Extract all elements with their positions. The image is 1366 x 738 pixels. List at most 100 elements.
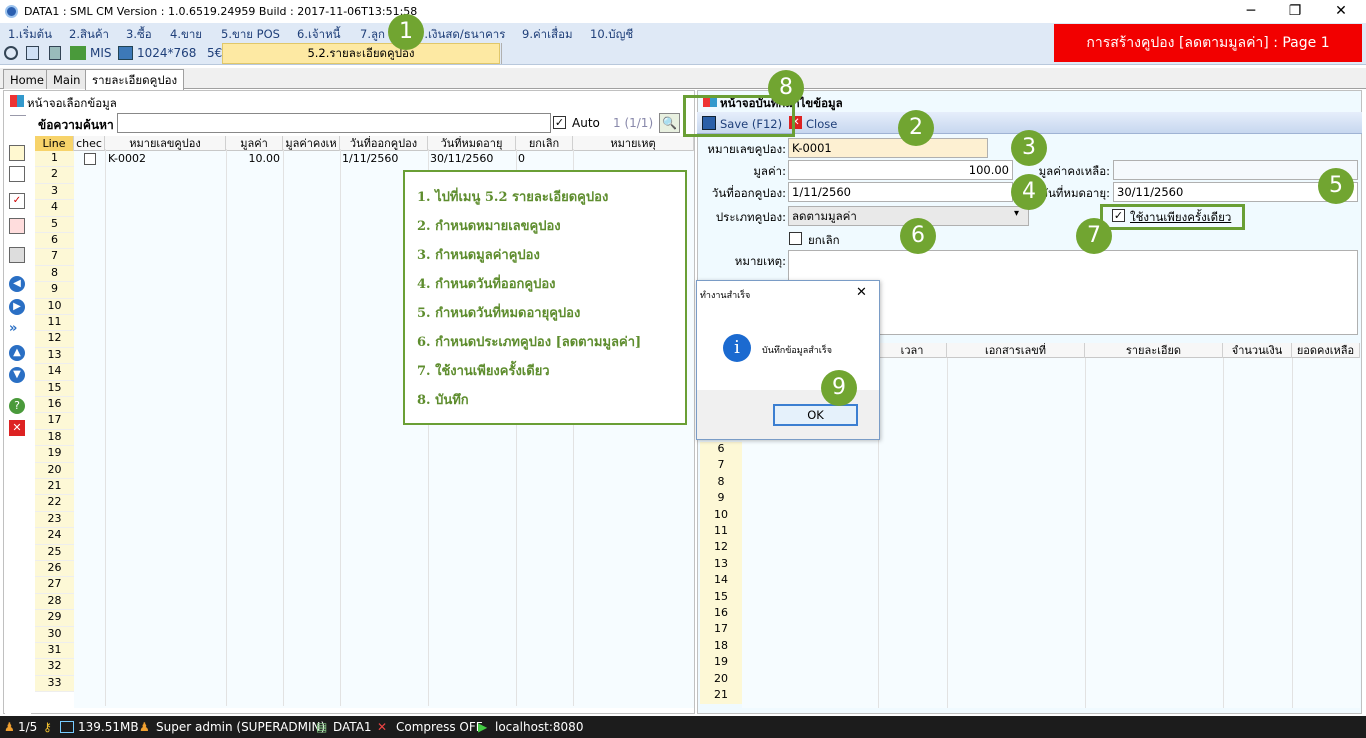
row-number[interactable]: 30 — [35, 626, 74, 643]
chevron-down-icon[interactable]: ▾ — [1014, 208, 1019, 219]
row-number[interactable]: 23 — [35, 511, 74, 529]
row-issue-date[interactable]: 1/11/2560 — [342, 152, 398, 165]
right-row-number[interactable]: 19 — [700, 655, 742, 672]
tab-main[interactable]: Main — [46, 69, 88, 89]
forward-icon[interactable]: ▶ — [9, 299, 25, 315]
row-number[interactable]: 25 — [35, 544, 74, 561]
row-number[interactable]: 15 — [35, 380, 74, 397]
col-value[interactable]: มูลค่า — [226, 136, 283, 151]
row-number[interactable]: 20 — [35, 462, 74, 479]
row-number[interactable]: 26 — [35, 561, 74, 578]
row-number[interactable]: 13 — [35, 347, 74, 365]
row-number[interactable]: 28 — [35, 593, 74, 611]
up-icon[interactable]: ▲ — [9, 345, 25, 361]
col-cancel[interactable]: ยกเลิก — [516, 136, 573, 151]
right-row-number[interactable]: 18 — [700, 638, 742, 656]
col-amount[interactable]: จำนวนเงิน — [1223, 343, 1292, 358]
row-number[interactable]: 14 — [35, 364, 74, 381]
new-icon[interactable] — [9, 145, 25, 161]
value-field[interactable]: 100.00 — [788, 160, 1013, 180]
row-value[interactable]: 10.00 — [226, 152, 281, 165]
search-input[interactable] — [117, 113, 551, 133]
delete-doc-icon[interactable] — [9, 218, 25, 234]
screen-icon[interactable] — [118, 46, 133, 60]
row-number[interactable]: 18 — [35, 429, 74, 447]
row-number[interactable]: 29 — [35, 610, 74, 627]
row-number[interactable]: 8 — [35, 265, 74, 283]
row-number[interactable]: 27 — [35, 577, 74, 594]
close-window-button[interactable]: ✕ — [1318, 0, 1364, 22]
right-row-number[interactable]: 11 — [700, 524, 742, 541]
col-check[interactable]: chec — [74, 136, 105, 151]
calculator-icon[interactable] — [49, 46, 61, 60]
right-row-number[interactable]: 7 — [700, 458, 742, 475]
help-icon[interactable]: ? — [9, 398, 25, 414]
row-code[interactable]: K-0002 — [108, 152, 146, 165]
row-number[interactable]: 1 — [35, 151, 74, 168]
row-number[interactable]: 3 — [35, 183, 74, 201]
right-row-number[interactable]: 8 — [700, 474, 742, 492]
row-number[interactable]: 12 — [35, 331, 74, 348]
print-icon[interactable] — [9, 247, 25, 263]
cancel-checkbox[interactable] — [789, 232, 802, 245]
col-code[interactable]: หมายเลขคูปอง — [105, 136, 226, 151]
right-row-number[interactable]: 12 — [700, 540, 742, 557]
row-number[interactable]: 5 — [35, 216, 74, 233]
right-row-number[interactable]: 20 — [700, 671, 742, 688]
chart-icon[interactable] — [70, 46, 86, 60]
right-row-number[interactable]: 16 — [700, 606, 742, 623]
row-number[interactable]: 24 — [35, 528, 74, 545]
right-row-number[interactable]: 10 — [700, 507, 742, 524]
code-field[interactable]: K-0001 — [788, 138, 988, 158]
row-number[interactable]: 33 — [35, 675, 74, 693]
right-row-number[interactable]: 13 — [700, 556, 742, 574]
row-number[interactable]: 2 — [35, 167, 74, 184]
row-number[interactable]: 31 — [35, 643, 74, 660]
back-icon[interactable]: ◀ — [9, 276, 25, 292]
col-time[interactable]: เวลา — [878, 343, 947, 358]
dashboard-icon[interactable] — [4, 46, 18, 60]
resolution-label[interactable]: 1024*768 — [137, 46, 196, 60]
col-issue-date[interactable]: วันที่ออกคูปอง — [340, 136, 428, 151]
search-button[interactable]: 🔍 — [659, 113, 680, 133]
right-row-number[interactable]: 14 — [700, 573, 742, 590]
col-expire-date[interactable]: วันที่หมดอายุ — [428, 136, 516, 151]
row-number[interactable]: 11 — [35, 315, 74, 332]
checklist-icon[interactable]: ✓ — [9, 193, 25, 209]
down-icon[interactable]: ▼ — [9, 367, 25, 383]
right-row-number[interactable]: 6 — [700, 442, 742, 459]
dialog-close-button[interactable]: ✕ — [856, 285, 867, 300]
restore-button[interactable]: ❐ — [1272, 0, 1318, 22]
row-number[interactable]: 17 — [35, 413, 74, 430]
issue-date-field[interactable]: 1/11/2560 — [788, 182, 1013, 202]
row-number[interactable]: 22 — [35, 495, 74, 512]
col-line[interactable]: Line — [35, 136, 74, 151]
mis-label[interactable]: MIS — [90, 46, 112, 60]
window-icon[interactable] — [26, 46, 39, 60]
document-icon[interactable] — [9, 166, 25, 182]
tab-home[interactable]: Home — [3, 69, 51, 89]
minimize-button[interactable]: ─ — [1228, 0, 1274, 22]
tab-coupon-detail[interactable]: รายละเอียดคูปอง — [85, 69, 185, 90]
row-expire-date[interactable]: 30/11/2560 — [430, 152, 493, 165]
right-row-number[interactable]: 21 — [700, 688, 742, 705]
col-balance[interactable]: มูลค่าคงเห — [283, 136, 340, 151]
row-number[interactable]: 4 — [35, 200, 74, 217]
row-number[interactable]: 19 — [35, 446, 74, 463]
ok-button[interactable]: OK — [773, 404, 858, 426]
right-row-number[interactable]: 15 — [700, 589, 742, 606]
right-row-number[interactable]: 17 — [700, 622, 742, 639]
row-cancel[interactable]: 0 — [518, 152, 525, 165]
auto-checkbox[interactable]: ✓ — [553, 116, 566, 129]
row-checkbox[interactable] — [84, 153, 96, 165]
row-number[interactable]: 16 — [35, 397, 74, 414]
row-number[interactable]: 32 — [35, 659, 74, 676]
col-detail[interactable]: รายละเอียด — [1085, 343, 1223, 358]
close-button[interactable]: Close — [806, 117, 837, 131]
col-doc-no[interactable]: เอกสารเลขที่ — [947, 343, 1085, 358]
row-number[interactable]: 9 — [35, 282, 74, 299]
row-number[interactable]: 6 — [35, 233, 74, 250]
exit-icon[interactable]: ✕ — [9, 420, 25, 436]
col-note[interactable]: หมายเหตุ — [573, 136, 694, 151]
row-number[interactable]: 10 — [35, 298, 74, 315]
